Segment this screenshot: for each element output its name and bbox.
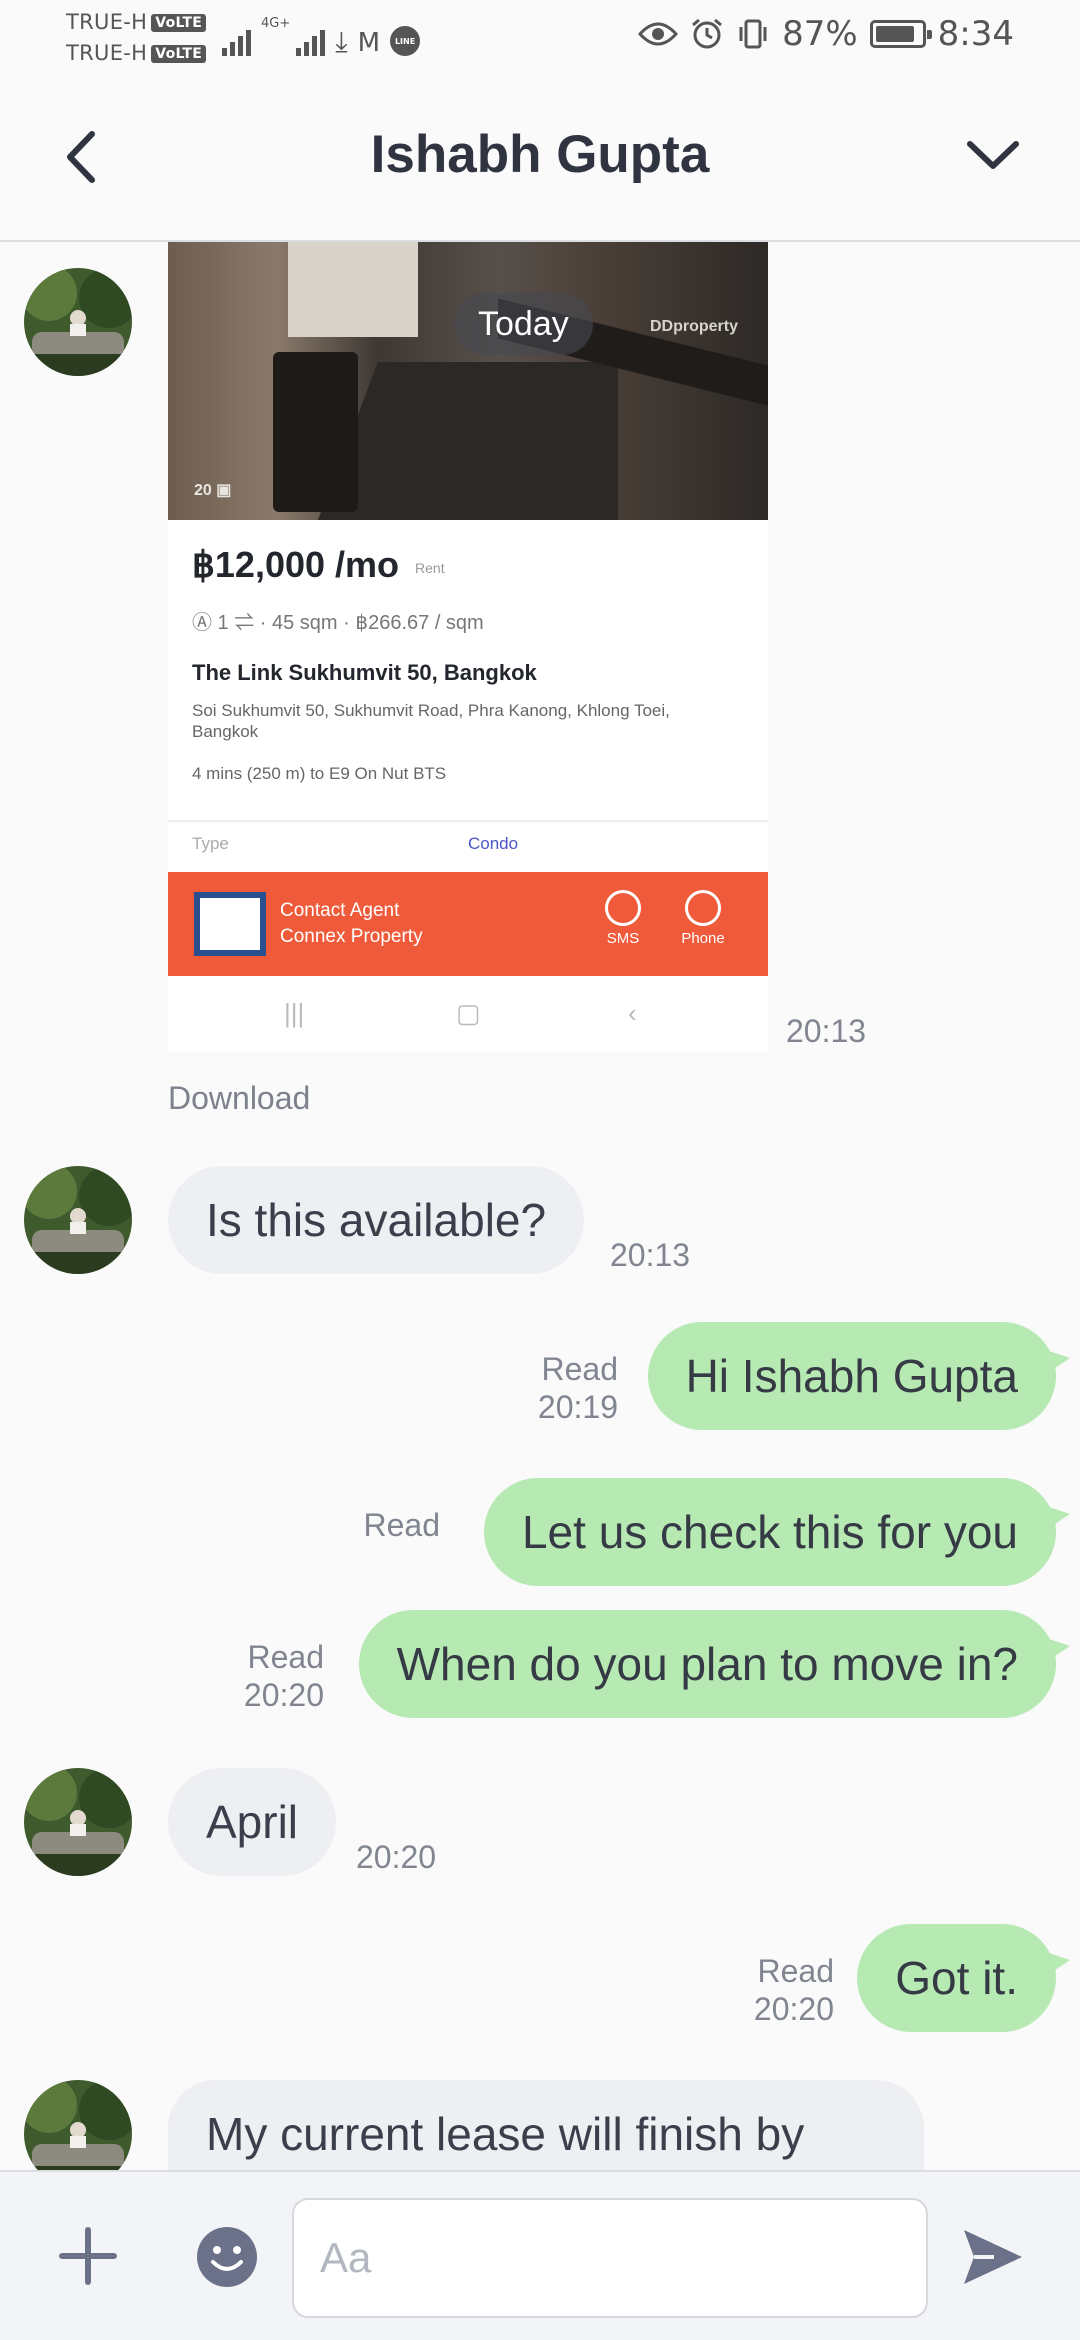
read-receipt: Read [541,1351,619,1387]
plus-icon[interactable] [56,2224,120,2288]
carrier-2: TRUE-H VoLTE [66,41,207,65]
sms-label: SMS [606,930,640,947]
signal-icon [296,26,326,56]
message-list[interactable]: 20 ▣ DDproperty ฿12,000 /mo Rent Ⓐ 1 ⇌ · … [0,242,1080,2170]
message-read-meta: Read 20:20 [754,1952,834,2028]
listing-specs: Ⓐ 1 ⇌ · 45 sqm · ฿266.67 / sqm [192,612,484,634]
battery-percent: 87% [782,14,858,54]
download-link[interactable]: Download [168,1080,310,1117]
price-value: ฿12,000 /mo [192,544,400,585]
chat-title: Ishabh Gupta [370,125,710,184]
send-icon[interactable] [960,2224,1026,2290]
volte-badge: VoLTE [151,45,207,63]
sms-icon [605,890,641,926]
agent-line-2: Connex Property [280,926,423,947]
chat-header: Ishabh Gupta [0,72,1080,242]
line-icon: LINE [390,26,421,56]
listing-name: The Link Sukhumvit 50, Bangkok [192,660,537,685]
download-icon: ⤓ [335,25,348,58]
message-read-meta: Read [364,1506,441,1544]
type-value: Condo [468,834,519,853]
read-receipt: Read [363,1507,441,1543]
status-left-icons: 4G+ ⤓ M LINE [222,16,421,58]
status-bar: TRUE-H VoLTE TRUE-H VoLTE 4G+ ⤓ M LINE 87%… [0,0,1080,72]
outgoing-message[interactable]: Let us check this for you [483,1478,1071,1586]
composer-bar [0,2170,1080,2340]
signal-icon [222,26,251,56]
sms-action: SMS [588,890,658,947]
listing-price: ฿12,000 /mo Rent [192,544,445,586]
chat-screen: TRUE-H VoLTE TRUE-H VoLTE 4G+ ⤓ M LINE 87%… [0,0,1080,2340]
message-input[interactable] [292,2198,928,2318]
status-right-icons: 87% 8:34 [638,14,1014,54]
home-icon: ▢ [456,998,481,1028]
listing-transit: 4 mins (250 m) to E9 On Nut BTS [192,764,447,783]
battery-fill [875,26,914,42]
photo-floor [318,362,618,520]
photo-chair [273,352,358,512]
back-arrow-icon[interactable] [52,122,112,192]
read-receipt: Read [247,1639,325,1675]
listing-photo: 20 ▣ DDproperty [168,242,768,520]
agent-logo [194,892,266,956]
contact-avatar[interactable] [24,1768,132,1876]
read-receipt: Read [757,1953,835,1989]
photo-window [288,242,418,337]
screenshot-nav-bar: ||| ▢ ‹ [168,992,768,1038]
network-type: 4G+ [261,16,291,31]
incoming-message[interactable]: My current lease will finish by [168,2080,925,2170]
carrier-2-name: TRUE-H [66,41,148,65]
rent-tag: Rent [415,560,445,576]
contact-avatar[interactable] [24,268,132,376]
phone-action: Phone [668,890,738,947]
agent-bar: Contact Agent Connex Property SMS Phone [168,872,768,976]
card-divider [168,820,768,822]
shared-screenshot[interactable]: 20 ▣ DDproperty ฿12,000 /mo Rent Ⓐ 1 ⇌ · … [168,242,768,1052]
outgoing-message[interactable]: Got it. [857,1924,1070,2032]
date-separator: Today [454,293,593,355]
gmail-icon: M [357,28,381,58]
watermark: DDproperty [649,318,738,335]
incoming-message[interactable]: April [168,1768,337,1876]
back-nav-icon: ‹ [628,998,637,1028]
message-time: 20:20 [243,1677,324,1713]
vibrate-icon [739,19,767,49]
contact-avatar[interactable] [24,2080,132,2170]
carrier-1-name: TRUE-H [66,10,148,34]
chevron-down-icon[interactable] [958,124,1028,184]
agent-line-1: Contact Agent [280,900,400,921]
recents-icon: ||| [284,998,305,1028]
phone-label: Phone [681,930,725,947]
message-time: 20:13 [786,1013,867,1049]
photo-count: 20 ▣ [194,482,232,499]
carrier-1: TRUE-H VoLTE [66,10,207,34]
phone-icon [685,890,721,926]
outgoing-message[interactable]: When do you plan to move in? [358,1610,1071,1718]
clock: 8:34 [937,14,1014,54]
outgoing-message[interactable]: Hi Ishabh Gupta [647,1322,1071,1430]
eye-icon [638,22,679,46]
message-time: 20:20 [753,1991,834,2027]
battery-icon [869,20,932,48]
emoji-icon[interactable] [196,2226,258,2288]
message-time: 20:20 [356,1839,437,1875]
message-read-meta: Read 20:19 [538,1350,618,1426]
volte-badge: VoLTE [151,14,207,32]
agent-text: Contact Agent Connex Property [280,898,423,950]
incoming-message[interactable]: Is this available? [168,1166,585,1274]
listing-type-row: Type Condo [168,834,768,864]
message-read-meta: Read 20:20 [244,1638,324,1714]
message-time: 20:19 [537,1389,618,1425]
listing-address: Soi Sukhumvit 50, Sukhumvit Road, Phra K… [192,701,670,741]
alarm-icon [692,18,723,49]
contact-avatar[interactable] [24,1166,132,1274]
type-label: Type [192,834,229,853]
message-time: 20:13 [610,1237,691,1273]
